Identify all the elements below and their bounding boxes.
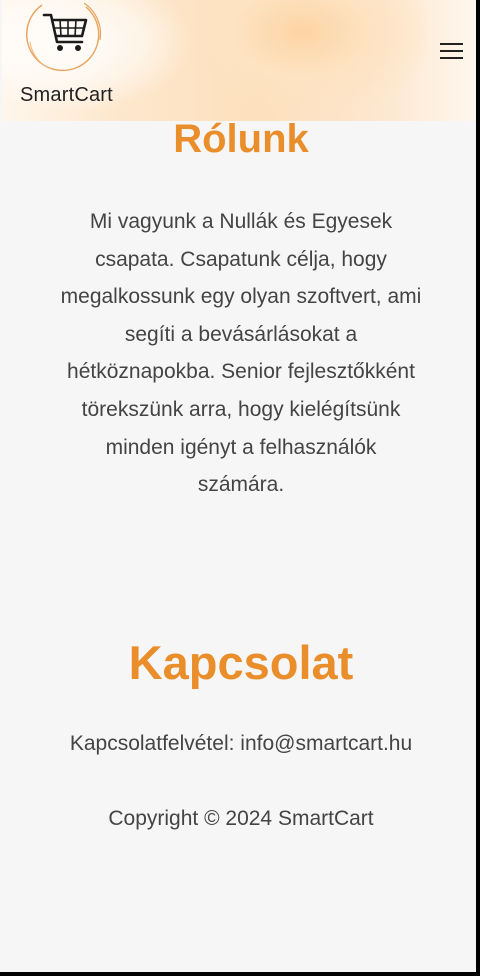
shopping-cart-icon [26, 2, 102, 72]
logo[interactable]: SmartCart [2, 0, 132, 121]
page: SmartCart Rólunk Mi vagyunk a Nullák és … [0, 0, 476, 972]
about-title: Rólunk [173, 117, 309, 161]
copyright: Copyright © 2024 SmartCart [108, 807, 374, 830]
menu-button[interactable] [436, 38, 466, 64]
contact-email: Kapcsolatfelvétel: info@smartcart.hu [69, 732, 413, 755]
brand-name: SmartCart [20, 84, 113, 106]
contact-title: Kapcsolat [128, 636, 354, 689]
header: SmartCart [2, 0, 476, 121]
about-text: Mi vagyunk a Nullák és Egyesek csapata. … [60, 210, 422, 497]
